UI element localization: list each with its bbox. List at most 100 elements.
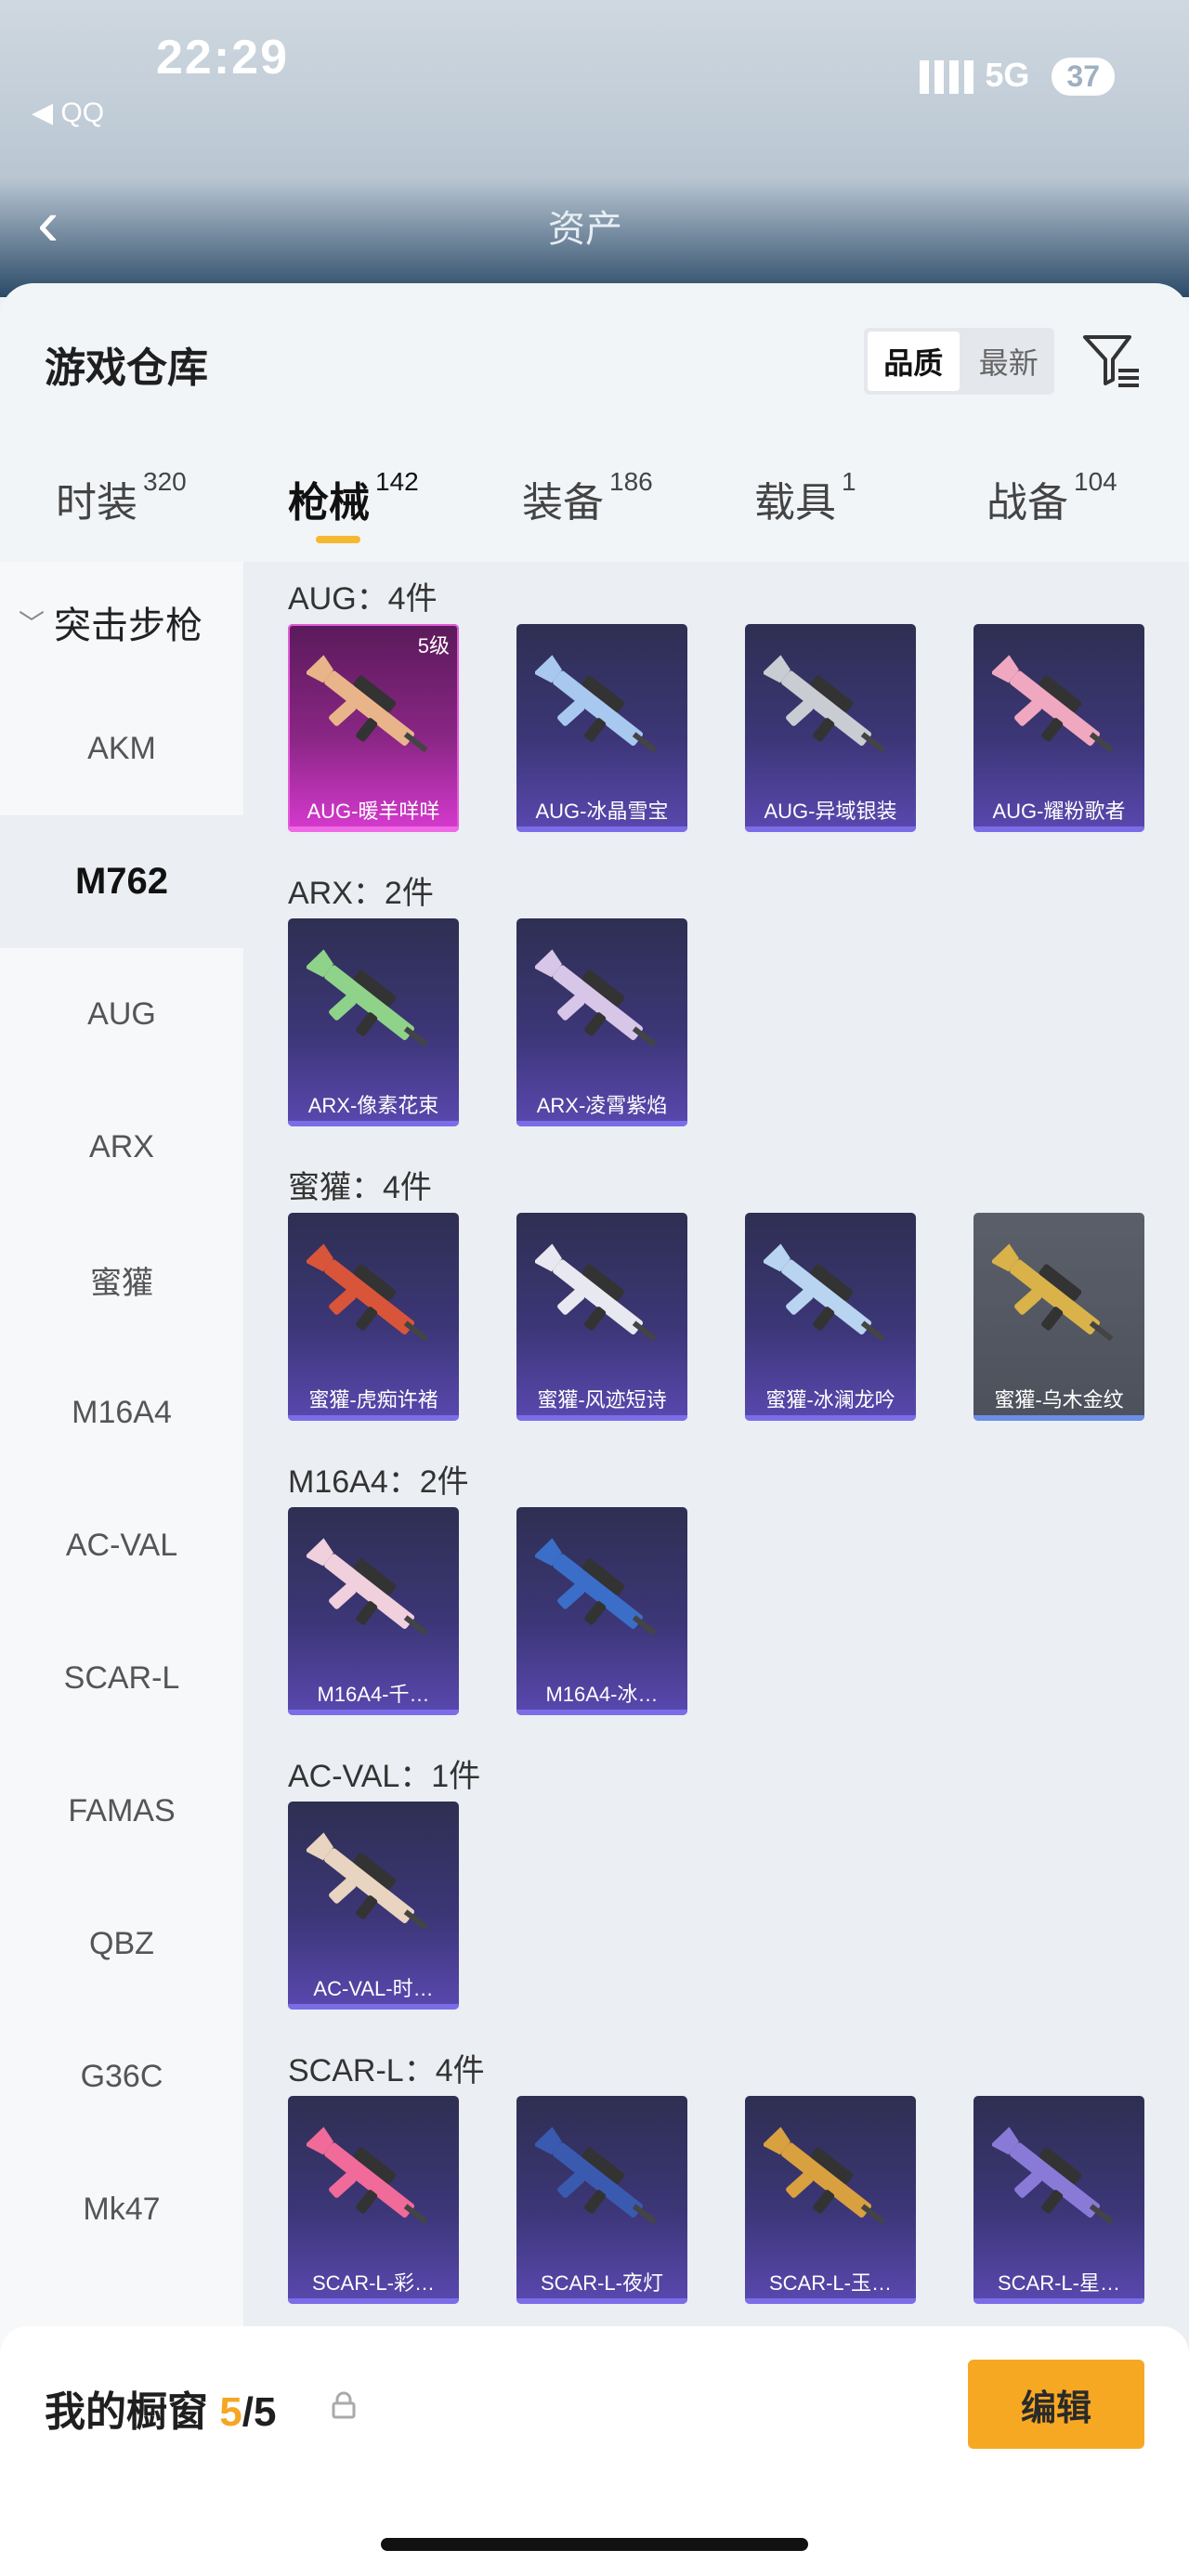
tab-label: 枪械 xyxy=(288,480,370,526)
skin-name: AC-VAL-时… xyxy=(313,1977,434,2000)
tab-weapons[interactable]: 枪械 142 xyxy=(288,467,419,562)
skin-name: AUG-异域银装 xyxy=(764,800,897,823)
status-indicators: 5G 37 xyxy=(920,56,1115,96)
skin-card[interactable]: AUG-异域银装 xyxy=(745,624,916,832)
group-title: AUG：4件 xyxy=(288,581,438,617)
skin-card[interactable]: M16A4-冰… xyxy=(516,1507,687,1715)
skin-card[interactable]: 蜜獾-冰澜龙吟 xyxy=(745,1213,916,1421)
tab-supplies[interactable]: 战备 104 xyxy=(986,467,1117,562)
sidebar-item-m16a4[interactable]: M16A4 xyxy=(0,1347,243,1479)
skin-card[interactable]: 蜜獾-虎痴许褚 xyxy=(288,1213,459,1421)
skin-card[interactable]: ARX-凌霄紫焰 xyxy=(516,918,687,1126)
skin-card[interactable]: M16A4-千… xyxy=(288,1507,459,1715)
skin-card[interactable]: 5级 AUG-暖羊咩咩 xyxy=(288,624,459,832)
group-title: 蜜獾：4件 xyxy=(288,1170,432,1205)
skin-name: AUG-冰晶雪宝 xyxy=(535,800,669,823)
sidebar-item-famas[interactable]: FAMAS xyxy=(0,1745,243,1878)
tab-fashion[interactable]: 时装 320 xyxy=(56,467,187,562)
sort-quality-option[interactable]: 品质 xyxy=(868,332,960,391)
edit-button[interactable]: 编辑 xyxy=(968,2360,1144,2449)
skin-card[interactable]: SCAR-L-星… xyxy=(973,2096,1144,2304)
group-title: M16A4：2件 xyxy=(288,1464,469,1500)
showcase-title: 我的橱窗 5/5 xyxy=(45,2378,276,2438)
tab-label: 时装 xyxy=(56,480,137,526)
rarity-bar xyxy=(745,2298,916,2304)
sidebar-item-mk47[interactable]: Mk47 xyxy=(0,2143,243,2276)
skin-name: 蜜獾-风迹短诗 xyxy=(537,1388,667,1412)
skin-name: AUG-暖羊咩咩 xyxy=(307,800,440,823)
rarity-bar xyxy=(516,1415,687,1421)
filter-icon[interactable] xyxy=(1079,330,1143,393)
rifle-icon xyxy=(535,1243,657,1342)
tab-vehicles[interactable]: 载具 1 xyxy=(754,467,856,562)
back-button[interactable]: ‹ xyxy=(37,190,59,255)
sidebar-item-aug[interactable]: AUG xyxy=(0,948,243,1081)
rarity-bar xyxy=(516,1121,687,1126)
sidebar-item-scar-l[interactable]: SCAR-L xyxy=(0,1612,243,1745)
tab-count: 142 xyxy=(375,467,419,496)
rifle-icon xyxy=(307,949,428,1047)
rifle-icon xyxy=(992,655,1114,753)
skin-card[interactable]: 蜜獾-乌木金纹 xyxy=(973,1213,1144,1421)
rarity-bar xyxy=(288,1710,459,1715)
tab-count: 320 xyxy=(143,467,187,496)
skin-card[interactable]: AC-VAL-时… xyxy=(288,1802,459,2010)
tab-count: 1 xyxy=(842,467,856,496)
tab-equipment[interactable]: 装备 186 xyxy=(522,467,653,562)
sort-newest-option[interactable]: 最新 xyxy=(963,328,1055,395)
rarity-bar xyxy=(288,1121,459,1126)
sidebar-item-m762[interactable]: M762 xyxy=(0,815,243,948)
back-to-app-link[interactable]: ◀ QQ xyxy=(32,97,104,129)
skin-name: ARX-凌霄紫焰 xyxy=(536,1094,668,1117)
signal-icon xyxy=(920,60,976,95)
rifle-icon xyxy=(307,655,428,753)
rarity-bar xyxy=(973,1415,1144,1421)
skin-card[interactable]: AUG-耀粉歌者 xyxy=(973,624,1144,832)
sheet-title: 游戏仓库 xyxy=(45,345,208,391)
rifle-icon xyxy=(764,2127,885,2225)
status-time: 22:29 xyxy=(156,31,289,85)
lock-icon[interactable] xyxy=(331,2391,357,2419)
network-label: 5G xyxy=(985,56,1030,94)
chevron-down-icon: ﹀ xyxy=(19,609,46,638)
active-tab-indicator xyxy=(316,536,360,543)
sidebar-item-honey-badger[interactable]: 蜜獾 xyxy=(0,1214,243,1347)
rifle-icon xyxy=(307,1243,428,1342)
sidebar-item-arx[interactable]: ARX xyxy=(0,1081,243,1214)
tab-label: 装备 xyxy=(522,480,604,526)
skin-card[interactable]: SCAR-L-夜灯 xyxy=(516,2096,687,2304)
skin-name: 蜜獾-虎痴许褚 xyxy=(308,1388,438,1412)
rarity-bar xyxy=(288,2298,459,2304)
rarity-bar xyxy=(516,1710,687,1715)
tab-label: 战备 xyxy=(986,480,1068,526)
skin-name: SCAR-L-夜灯 xyxy=(540,2271,663,2295)
rarity-bar xyxy=(288,2004,459,2010)
rifle-icon xyxy=(764,1243,885,1342)
skin-name: SCAR-L-玉… xyxy=(768,2271,892,2295)
sidebar-item-qbz[interactable]: QBZ xyxy=(0,1878,243,2010)
sort-toggle: 品质 最新 xyxy=(864,328,1054,395)
sidebar-item-g36c[interactable]: G36C xyxy=(0,2010,243,2143)
skin-name: AUG-耀粉歌者 xyxy=(992,800,1126,823)
skin-card[interactable]: AUG-冰晶雪宝 xyxy=(516,624,687,832)
skin-card[interactable]: 蜜獾-风迹短诗 xyxy=(516,1213,687,1421)
skin-name: 蜜獾-冰澜龙吟 xyxy=(765,1388,895,1412)
skin-card[interactable]: SCAR-L-彩… xyxy=(288,2096,459,2304)
category-tabs: 时装 320 枪械 142 装备 186 载具 1 战备 104 xyxy=(0,467,1189,562)
skin-card[interactable]: ARX-像素花束 xyxy=(288,918,459,1126)
tab-label: 载具 xyxy=(754,480,836,526)
rifle-icon xyxy=(535,949,657,1047)
showcase-total-count: 5 xyxy=(253,2389,277,2435)
showcase-label: 我的橱窗 xyxy=(45,2389,208,2435)
sidebar-section-assault-rifles[interactable]: ﹀ 突击步枪 xyxy=(0,562,243,683)
rarity-bar xyxy=(973,2298,1144,2304)
rifle-icon xyxy=(307,1538,428,1636)
skin-name: M16A4-千… xyxy=(317,1683,430,1706)
tab-count: 104 xyxy=(1074,467,1117,496)
sidebar-item-akm[interactable]: AKM xyxy=(0,683,243,815)
skin-name: SCAR-L-星… xyxy=(997,2271,1120,2295)
sidebar-item-ac-val[interactable]: AC-VAL xyxy=(0,1479,243,1612)
group-title: SCAR-L：4件 xyxy=(288,2053,485,2088)
skin-card[interactable]: SCAR-L-玉… xyxy=(745,2096,916,2304)
warehouse-sheet: 游戏仓库 品质 最新 时装 320 枪械 142 装备 186 载具 1 战备 104 xyxy=(0,283,1189,2576)
